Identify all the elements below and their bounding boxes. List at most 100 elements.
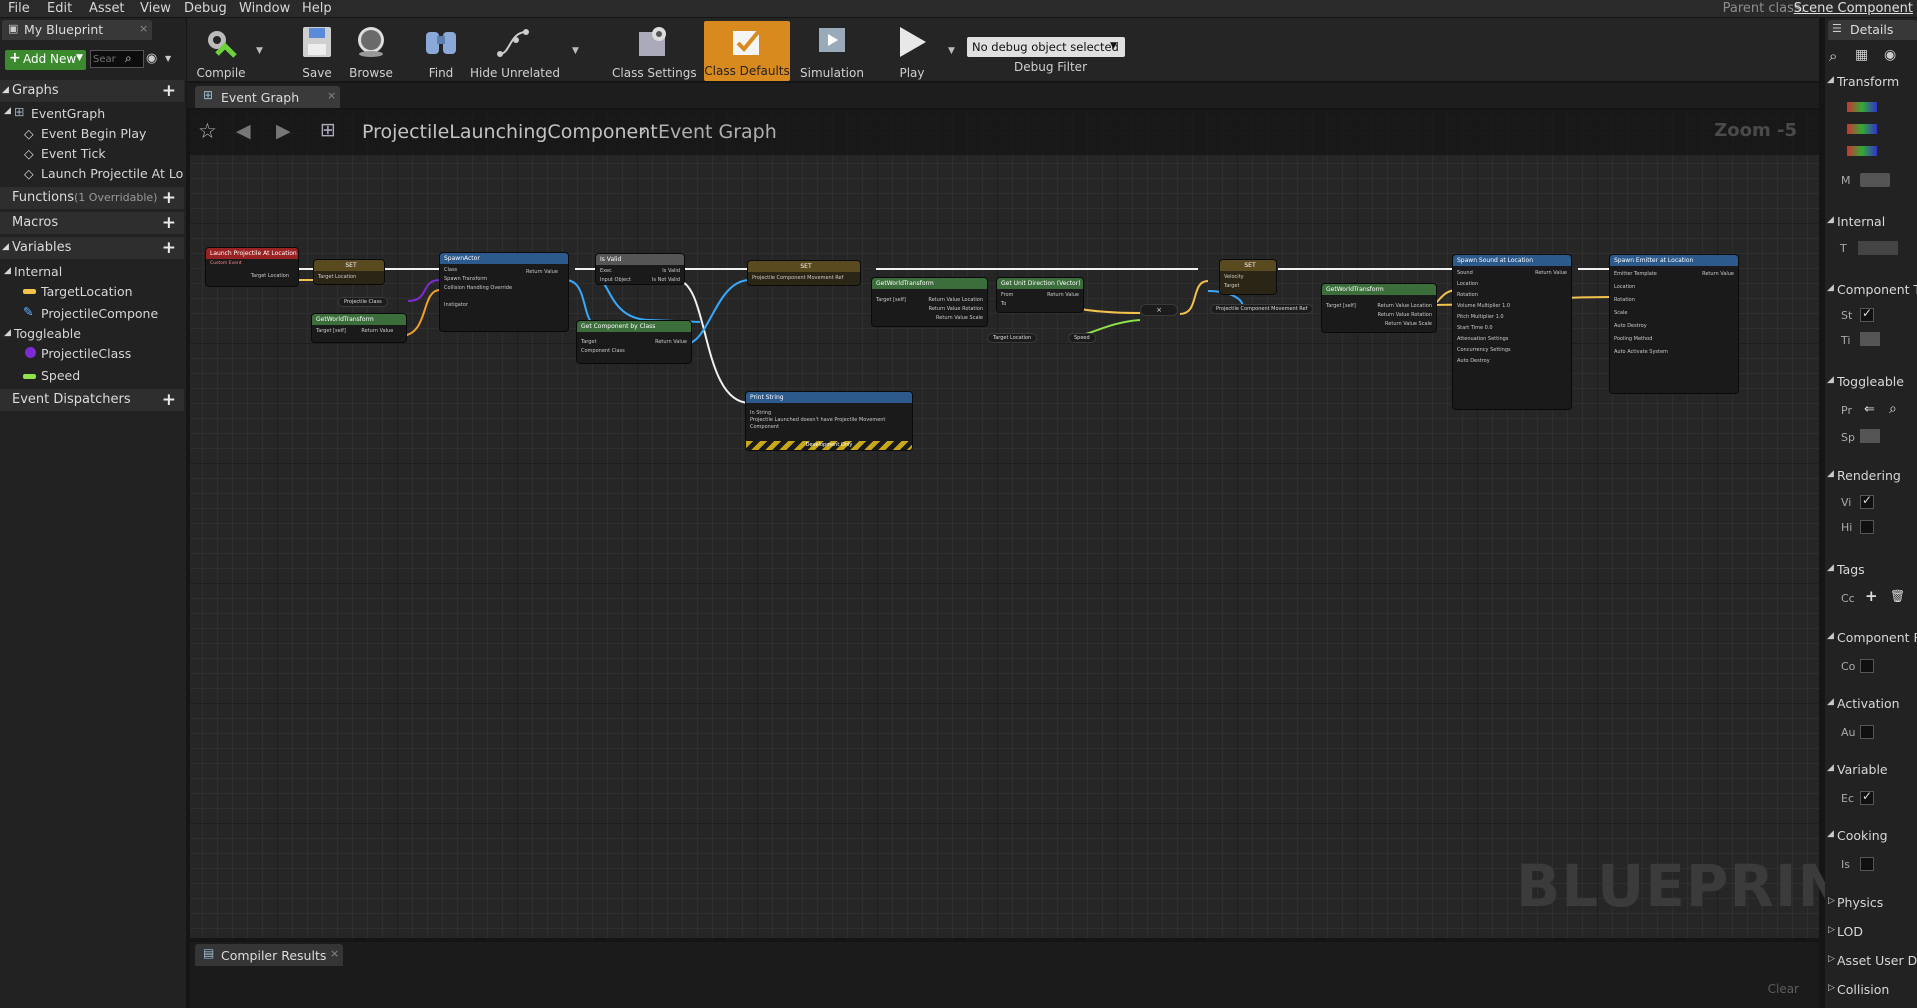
- node-spawn-emitter-at-location[interactable]: Spawn Emitter at Location Emitter Templa…: [1610, 255, 1738, 393]
- category-internal[interactable]: Internal: [14, 264, 62, 279]
- hidden-in-game-checkbox[interactable]: [1860, 520, 1874, 534]
- menu-debug[interactable]: Debug: [184, 1, 227, 16]
- location-field[interactable]: [1847, 102, 1877, 112]
- visible-checkbox[interactable]: [1860, 493, 1874, 509]
- tree-item-event-tick[interactable]: Event Tick: [41, 146, 106, 161]
- node-get-unit-direction[interactable]: Get Unit Direction (Vector) From Return V…: [997, 278, 1083, 312]
- tick-interval-field[interactable]: [1860, 332, 1880, 346]
- eye-icon[interactable]: ◉: [146, 51, 157, 66]
- menu-asset[interactable]: Asset: [89, 1, 125, 16]
- functions-section[interactable]: Functions (1 Overridable) +: [0, 187, 184, 209]
- rotation-field[interactable]: [1847, 124, 1877, 134]
- details-section-asset-user-data[interactable]: Asset User D ▷: [1825, 951, 1917, 971]
- back-arrow-icon[interactable]: ◀: [236, 120, 251, 142]
- node-get-speed[interactable]: Speed: [1068, 333, 1096, 343]
- collapse-arrow-icon[interactable]: ◢: [4, 106, 11, 116]
- variables-section[interactable]: ◢ Variables +: [0, 237, 184, 259]
- variable-target-location[interactable]: TargetLocation: [41, 284, 133, 299]
- node-spawn-sound-at-location[interactable]: Spawn Sound at Location Sound Return Valu…: [1453, 255, 1571, 409]
- parent-class-link[interactable]: Scene Component: [1794, 1, 1913, 16]
- collapse-arrow-icon[interactable]: ◢: [4, 328, 11, 338]
- add-new-button[interactable]: + Add New ▼: [5, 50, 86, 70]
- add-variable-icon[interactable]: +: [162, 238, 176, 258]
- tab-compiler-results[interactable]: ▤ Compiler Results ×: [195, 944, 343, 966]
- node-print-string[interactable]: Print String In String Projectile Launche…: [746, 392, 912, 450]
- speed-field[interactable]: [1860, 429, 1880, 443]
- details-section-activation[interactable]: Activation ◢: [1825, 694, 1917, 714]
- variable-projectile-component[interactable]: ProjectileComponen: [41, 306, 159, 321]
- node-set-target-location[interactable]: SET Target Location: [314, 260, 384, 284]
- search-icon[interactable]: ⌕: [1889, 401, 1897, 417]
- class-settings-button[interactable]: Class Settings: [612, 24, 697, 80]
- tab-event-graph[interactable]: ⊞ Event Graph ×: [195, 86, 340, 108]
- details-section-lod[interactable]: LOD ▷: [1825, 922, 1917, 942]
- node-get-world-transform-2[interactable]: GetWorldTransform Target [self] Return Va…: [872, 278, 987, 326]
- graphs-section[interactable]: ◢ Graphs +: [0, 80, 184, 102]
- tab-details[interactable]: ☰ Details: [1828, 20, 1917, 40]
- collapse-arrow-icon[interactable]: ◢: [4, 266, 11, 276]
- menu-help[interactable]: Help: [302, 1, 332, 16]
- graph-canvas[interactable]: [190, 110, 1819, 938]
- start-with-tick-checkbox[interactable]: [1860, 306, 1874, 322]
- auto-activate-checkbox[interactable]: [1860, 725, 1874, 739]
- node-get-world-transform-3[interactable]: GetWorldTransform Target [self] Return Va…: [1322, 284, 1436, 332]
- details-section-component-tick[interactable]: Component T ◢: [1825, 280, 1917, 300]
- chevron-down-icon[interactable]: ▼: [572, 46, 579, 56]
- tree-item-event-begin-play[interactable]: Event Begin Play: [41, 126, 146, 141]
- close-icon[interactable]: ×: [330, 947, 339, 960]
- component-replicates-checkbox[interactable]: [1860, 659, 1874, 673]
- node-get-target-location[interactable]: Target Location: [987, 333, 1038, 343]
- node-launch-projectile-event[interactable]: Launch Projectile At Location Custom Eve…: [206, 248, 298, 286]
- forward-arrow-icon[interactable]: ▶: [276, 120, 291, 142]
- category-toggleable[interactable]: Toggleable: [14, 326, 81, 341]
- details-section-component-replication[interactable]: Component R ◢: [1825, 628, 1917, 648]
- close-icon[interactable]: ×: [139, 22, 148, 35]
- event-dispatchers-section[interactable]: Event Dispatchers +: [0, 389, 184, 411]
- trash-icon[interactable]: 🗑: [1890, 589, 1905, 603]
- add-dispatcher-icon[interactable]: +: [162, 390, 176, 410]
- is-editor-only-checkbox[interactable]: [1860, 857, 1874, 871]
- eye-icon[interactable]: ◉: [1884, 47, 1896, 63]
- node-set-velocity[interactable]: SET Velocity Target: [1220, 260, 1276, 294]
- save-button[interactable]: Save: [296, 24, 338, 80]
- node-get-movement-ref[interactable]: Projectile Component Movement Ref: [1210, 304, 1314, 314]
- search-icon[interactable]: ⌕: [1829, 47, 1837, 65]
- node-get-component-by-class[interactable]: Get Component by Class Target Return Valu…: [577, 321, 691, 363]
- scale-field[interactable]: [1847, 146, 1877, 156]
- details-section-rendering[interactable]: Rendering ◢: [1825, 466, 1917, 486]
- find-button[interactable]: Find: [420, 24, 462, 80]
- compile-button[interactable]: Compile: [192, 24, 250, 80]
- arrow-left-icon[interactable]: ⇐: [1864, 402, 1875, 417]
- macros-section[interactable]: Macros +: [0, 212, 184, 234]
- star-icon[interactable]: ☆: [198, 119, 217, 143]
- chevron-down-icon[interactable]: ▼: [165, 54, 171, 63]
- class-defaults-button[interactable]: Class Defaults: [704, 21, 790, 81]
- node-get-world-transform-1[interactable]: GetWorldTransform Target [self] Return V…: [312, 314, 406, 342]
- mobility-toggle[interactable]: [1860, 173, 1890, 187]
- tab-my-blueprint[interactable]: ▣ My Blueprint ×: [2, 20, 152, 40]
- tree-item-eventgraph[interactable]: EventGraph: [31, 106, 105, 121]
- clear-button[interactable]: Clear: [1768, 982, 1799, 996]
- debug-object-select[interactable]: No debug object selected ▼: [967, 37, 1125, 57]
- chevron-down-icon[interactable]: ▼: [948, 46, 955, 56]
- hide-unrelated-button[interactable]: Hide Unrelated: [470, 24, 560, 80]
- details-section-internal[interactable]: Internal ◢: [1825, 212, 1917, 232]
- play-button[interactable]: Play: [890, 24, 934, 80]
- menu-edit[interactable]: Edit: [47, 1, 72, 16]
- simulation-button[interactable]: Simulation: [797, 24, 867, 80]
- node-is-valid[interactable]: Is Valid Exec Is Valid Input Object Is Not …: [596, 254, 684, 284]
- node-set-movement-ref[interactable]: SET Projectile Component Movement Ref: [748, 261, 860, 285]
- details-section-transform[interactable]: Transform ◢: [1825, 72, 1917, 92]
- plus-icon[interactable]: +: [1865, 587, 1878, 605]
- editable-when-inherited-checkbox[interactable]: [1860, 789, 1874, 805]
- add-function-icon[interactable]: +: [162, 188, 176, 208]
- details-section-tags[interactable]: Tags ◢: [1825, 560, 1917, 580]
- tree-item-launch-projectile[interactable]: Launch Projectile At Lo: [41, 166, 184, 181]
- menu-file[interactable]: File: [8, 1, 30, 16]
- node-multiply[interactable]: ×: [1140, 304, 1178, 316]
- node-get-projectile-class[interactable]: Projectile Class: [338, 297, 388, 307]
- breadcrumb-owner[interactable]: ProjectileLaunchingComponent: [362, 121, 658, 143]
- target-location-field[interactable]: [1858, 241, 1898, 255]
- add-macro-icon[interactable]: +: [162, 213, 176, 233]
- search-input[interactable]: [90, 50, 144, 68]
